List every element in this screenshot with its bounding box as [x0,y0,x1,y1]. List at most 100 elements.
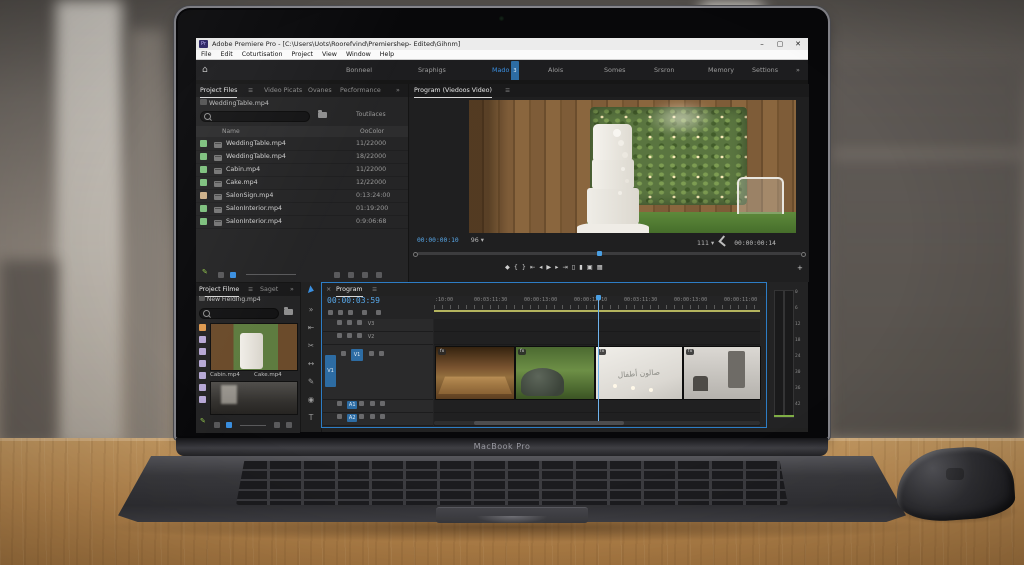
tab-video-picats[interactable]: Video Picats [264,84,302,97]
go-to-in-icon[interactable]: ⇤ [530,264,536,271]
add-marker-icon[interactable]: ◆ [505,264,511,271]
menu-coturtisation[interactable]: Coturtisation [242,50,283,59]
lock-icon[interactable] [337,414,342,419]
icon-view-icon[interactable] [230,272,236,278]
play-thumb-icon[interactable] [274,422,280,428]
media-thumbnail-cake[interactable] [210,323,298,371]
panel-options-icon[interactable] [286,422,292,428]
tab-pecformance[interactable]: Pecformance [340,84,381,97]
lock-icon[interactable] [337,320,342,325]
search-input[interactable] [200,111,310,122]
icon-view-icon[interactable] [226,422,232,428]
mic-icon[interactable] [380,414,385,419]
panel-overflow-icon[interactable]: » [396,84,400,97]
panel-menu-icon[interactable]: ≡ [248,283,253,296]
tab-project-filme[interactable]: Project Filme [199,283,239,297]
column-name[interactable]: Name [222,126,240,137]
scrubber-playhead[interactable] [597,251,602,256]
tab-timeline-program[interactable]: Program [336,283,363,297]
mark-in-icon[interactable]: { [514,264,519,271]
thumb-label-cabin[interactable]: Cabin.mp4 [210,372,240,378]
source-patch-v1[interactable]: V1 [325,355,336,387]
zoom-slider[interactable] [246,274,296,275]
timeline-wrench-icon[interactable] [376,310,381,315]
file-row[interactable]: WeddingTable.mp4 18/22000 [196,150,408,164]
automate-sequence-icon[interactable] [334,272,340,278]
eye-icon[interactable] [357,320,362,325]
playhead-handle[interactable] [596,295,601,300]
folder-icon[interactable] [284,309,293,315]
label-swatch-purple[interactable] [199,360,206,367]
eye-icon[interactable] [379,351,384,356]
lock-icon[interactable] [337,401,342,406]
program-scrubber[interactable] [417,252,801,255]
label-swatch-purple[interactable] [199,396,206,403]
linked-selection-icon[interactable] [338,310,343,315]
zoom-level-dropdown[interactable]: 96 ▾ [471,237,484,244]
program-video-frame[interactable] [469,100,796,233]
track-lane-a1[interactable] [434,400,760,413]
pen-tool[interactable]: ✎ [305,376,317,388]
export-frame-icon[interactable]: ▣ [587,264,594,271]
lock-icon[interactable] [341,351,346,356]
workspace-tab-memory[interactable]: Memory [708,60,734,80]
file-row[interactable]: Cabin.mp4 11/22000 [196,163,408,177]
label-swatch[interactable] [200,140,207,147]
track-header-v3[interactable]: V3 [323,319,433,332]
new-bin-icon[interactable] [348,272,354,278]
minimize-button[interactable]: – [754,38,770,50]
go-to-out-icon[interactable]: ⇥ [562,264,568,271]
workspace-tab-bonneel[interactable]: Bonneel [346,60,372,80]
step-back-icon[interactable]: ◂ [539,264,543,271]
label-swatch[interactable] [200,205,207,212]
hand-tool[interactable]: ◉ [305,394,317,406]
timeline-timecode[interactable]: 00:00:03:59 [327,296,380,305]
home-icon[interactable]: ⌂ [202,60,208,80]
type-tool[interactable]: T [305,412,317,424]
list-view-icon[interactable] [214,422,220,428]
sync-lock-icon[interactable] [347,333,352,338]
label-swatch-orange[interactable] [199,324,206,331]
razor-tool[interactable]: ✂ [305,340,317,352]
lock-icon[interactable] [337,333,342,338]
sync-lock-icon[interactable] [347,320,352,325]
label-swatch-purple[interactable] [199,336,206,343]
file-row[interactable]: SalonInterior.mp4 01:19:200 [196,202,408,216]
ruler-ticks[interactable] [434,305,760,309]
panel-menu-icon[interactable]: ≡ [505,84,510,97]
track-lane-v3[interactable] [434,319,760,332]
folder-icon[interactable] [318,112,327,118]
extract-icon[interactable]: ▮ [579,264,583,271]
track-header-a2[interactable]: A2 [323,413,433,426]
trash-icon[interactable] [376,272,382,278]
timeline-settings-icon[interactable] [362,310,367,315]
program-timecode[interactable]: 00:00:00:10 [417,237,459,244]
file-row[interactable]: SalonInterior.mp4 0:9:06:68 [196,215,408,229]
tab-ovanes[interactable]: Ovanes [308,84,332,97]
workspace-tab-settions[interactable]: Settions [752,60,778,80]
solo-icon[interactable] [359,401,364,406]
menu-help[interactable]: Help [380,50,394,59]
panel-overflow-icon[interactable]: » [290,283,294,296]
track-header-a1[interactable]: A1 [323,400,433,413]
menu-view[interactable]: View [322,50,337,59]
file-row[interactable]: SalonSign.mp4 0:13:24:00 [196,189,408,203]
tab-program-monitor[interactable]: Program (Viedoos Video) [414,84,492,98]
label-swatch-purple[interactable] [199,372,206,379]
tab-project-files[interactable]: Project Files [200,84,237,98]
solo-icon[interactable] [359,414,364,419]
settings-wrench-icon[interactable] [719,235,730,246]
track-target-a2[interactable]: A2 [347,414,357,422]
menu-edit[interactable]: Edit [221,50,233,59]
play-icon[interactable]: ▶ [546,264,552,271]
menu-project[interactable]: Project [291,50,313,59]
browse-label[interactable]: Toutilaces [356,111,386,118]
sync-lock-icon[interactable] [369,351,374,356]
track-header-v1[interactable]: V1 V1 [323,345,433,400]
mic-icon[interactable] [380,401,385,406]
file-row[interactable]: Cake.mp4 12/22000 [196,176,408,190]
track-target-a1[interactable]: A1 [347,401,357,409]
tab-saget[interactable]: Saget [260,283,278,296]
mark-out-icon[interactable]: } [522,264,527,271]
track-header-v2[interactable]: V2 [323,332,433,345]
